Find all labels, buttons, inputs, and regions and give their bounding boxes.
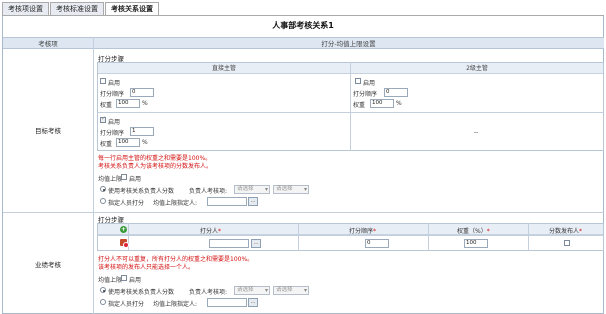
- percent-sign: %: [396, 100, 402, 107]
- section-name-target: 目标考核: [35, 127, 61, 135]
- radio-use-owner-score[interactable]: [100, 287, 106, 293]
- cap-enable-label: 启用: [129, 277, 142, 284]
- table-row-divider: [97, 112, 604, 113]
- publisher-checkbox[interactable]: [564, 240, 570, 246]
- col-direct-manager: 直接主管: [98, 63, 350, 74]
- section-divider: [3, 212, 604, 213]
- warning-text-2: 考核关系负责人为该考核项的分数发布人。: [98, 163, 213, 170]
- radio-designated-scorer[interactable]: [100, 299, 106, 305]
- owner-item-select-2[interactable]: 请选择: [273, 185, 309, 194]
- owner-item-select-1[interactable]: 请选择: [234, 286, 270, 295]
- percent-sign: %: [142, 100, 148, 107]
- table-col-divider: [298, 223, 299, 251]
- enable-label: 启用: [108, 119, 121, 126]
- cap-enable-checkbox[interactable]: [121, 275, 127, 281]
- tab-assessment-relations[interactable]: 考核关系设置: [105, 2, 159, 16]
- col-second-manager: 2级主管: [351, 63, 603, 74]
- scorer-weight-input[interactable]: 100: [464, 239, 488, 248]
- cap-designee-input[interactable]: [207, 197, 247, 206]
- order-label: 打分顺序: [100, 130, 125, 137]
- opt-designated-scorer: 指定人员打分: [108, 301, 145, 308]
- cap-designee-input[interactable]: [207, 298, 247, 307]
- cap-designee-label: 均值上限指定人:: [153, 200, 198, 207]
- percent-sign: %: [142, 139, 148, 146]
- enable-checkbox-lower[interactable]: [100, 115, 106, 123]
- col-scorer: 打分人*: [200, 228, 222, 235]
- radio-designated-scorer[interactable]: [100, 198, 106, 204]
- delete-icon[interactable]: [120, 239, 129, 248]
- header-item-col: 考核项: [3, 37, 93, 49]
- col-order: 打分顺序*: [349, 228, 377, 235]
- section-name-performance: 业绩考核: [35, 261, 61, 269]
- enable-label: 启用: [363, 80, 376, 87]
- tab-bar: 考核项设置 考核标准设置 考核关系设置: [2, 2, 160, 16]
- cap-designee-picker-button[interactable]: ...: [248, 197, 258, 206]
- cap-label: 均值上限: [98, 277, 123, 284]
- cap-designee-picker-button[interactable]: ...: [248, 298, 258, 307]
- scorer-picker-button[interactable]: ...: [251, 239, 261, 248]
- order-input-lower[interactable]: 1: [130, 127, 154, 136]
- col-weight: 权重（%）*: [457, 228, 490, 235]
- cap-enable-checkbox[interactable]: [121, 174, 127, 180]
- enable-checkbox-left[interactable]: [100, 78, 106, 84]
- cap-label: 均值上限: [98, 176, 123, 183]
- opt-use-owner-score: 使用考核关系负责人分数: [108, 188, 175, 195]
- owner-item-label: 负责人考核项:: [189, 289, 228, 296]
- weight-input-left[interactable]: 100: [116, 99, 140, 108]
- weight-input-right[interactable]: 100: [370, 99, 394, 108]
- column-divider: [93, 37, 94, 314]
- scorer-order-input[interactable]: 0: [365, 239, 389, 248]
- owner-item-label: 负责人考核项:: [189, 188, 228, 195]
- tab-assessment-standards[interactable]: 考核标准设置: [50, 2, 104, 16]
- order-input-right[interactable]: 0: [384, 88, 408, 97]
- opt-designated-scorer: 指定人员打分: [108, 200, 145, 207]
- table-row-divider: [97, 235, 604, 236]
- radio-use-owner-score[interactable]: [100, 186, 106, 192]
- scorer-input[interactable]: [209, 239, 249, 248]
- order-input-left[interactable]: 0: [130, 88, 154, 97]
- header-score-col: 打分-均值上限设置: [93, 37, 604, 49]
- weight-label: 权重: [100, 141, 113, 148]
- enable-checkbox-right[interactable]: [355, 78, 361, 84]
- order-label: 打分顺序: [100, 91, 125, 98]
- content-frame: 人事部考核关系1 考核项 打分-均值上限设置 目标考核 打分步骤 直接主管 2级…: [2, 16, 604, 314]
- weight-input-lower[interactable]: 100: [116, 138, 140, 147]
- table-col-divider: [428, 223, 429, 251]
- col-publisher: 分数发布人*: [549, 228, 583, 235]
- tab-assessment-items[interactable]: 考核项设置: [2, 2, 49, 16]
- page-title: 人事部考核关系1: [272, 21, 334, 30]
- table-col-divider: [528, 223, 529, 251]
- opt-use-owner-score: 使用考核关系负责人分数: [108, 289, 175, 296]
- weight-label: 权重: [353, 102, 366, 109]
- table-col-divider: [350, 62, 351, 151]
- warning-text-4: 该考核项的发布人只能选择一个人。: [98, 264, 195, 271]
- weight-label: 权重: [100, 102, 113, 109]
- add-icon[interactable]: +: [120, 226, 127, 233]
- owner-item-select-1[interactable]: 请选择: [234, 185, 270, 194]
- cap-enable-label: 启用: [129, 176, 142, 183]
- cap-designee-label: 均值上限指定人:: [153, 301, 198, 308]
- enable-label: 启用: [108, 80, 121, 87]
- empty-cell: --: [474, 129, 479, 136]
- order-label: 打分顺序: [353, 91, 378, 98]
- owner-item-select-2[interactable]: 请选择: [273, 286, 309, 295]
